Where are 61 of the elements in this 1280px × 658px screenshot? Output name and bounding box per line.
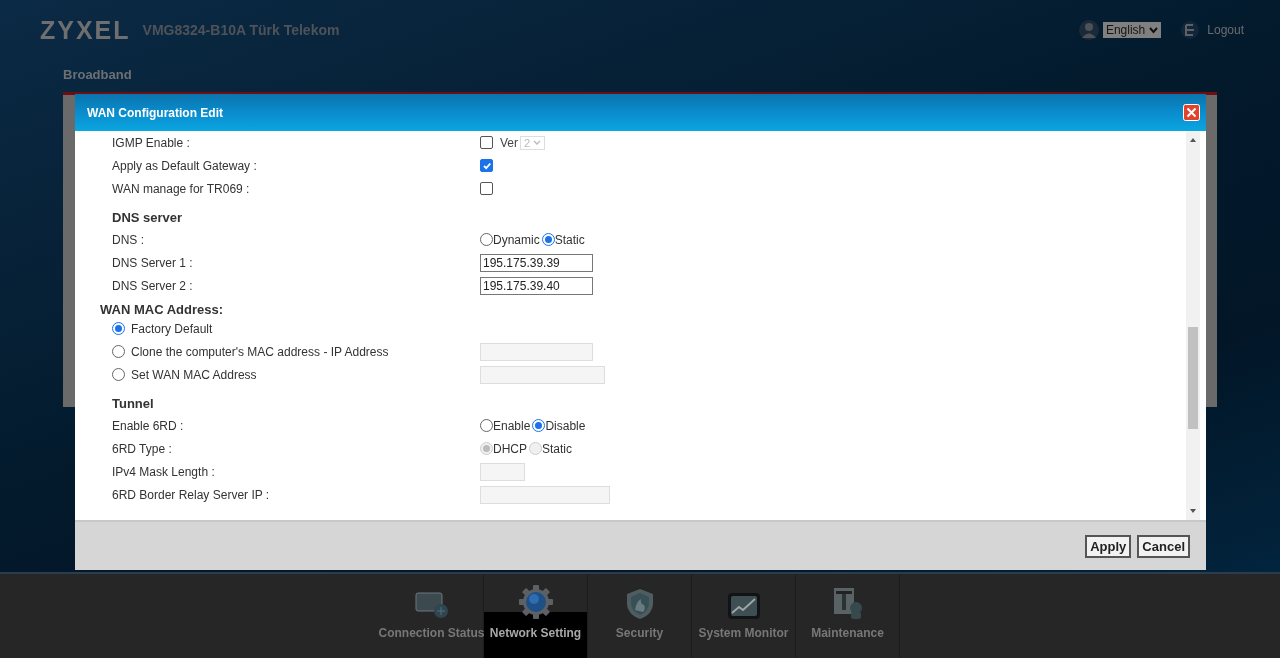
dialog-title: WAN Configuration Edit xyxy=(87,105,223,120)
nav-tab[interactable]: Security xyxy=(588,574,692,658)
field-label: 6RD Type : xyxy=(111,441,173,456)
checkbox[interactable] xyxy=(480,182,493,195)
dialog-button[interactable]: Cancel xyxy=(1137,534,1190,558)
close-icon[interactable] xyxy=(1183,104,1200,121)
option-label: Static xyxy=(542,441,573,456)
radio-button[interactable] xyxy=(541,233,555,246)
field-label: 6RD Border Relay Server IP : xyxy=(111,487,271,502)
field-label: DNS : xyxy=(111,232,145,247)
option-label: Set WAN MAC Address xyxy=(131,367,257,382)
field-label: WAN manage for TR069 : xyxy=(111,181,251,196)
option-label: DHCP xyxy=(493,441,527,456)
option-label: Enable xyxy=(493,418,531,433)
field-label: DNS Server 2 : xyxy=(111,278,194,293)
scroll-down-icon[interactable] xyxy=(1189,508,1197,514)
version-label: Ver xyxy=(500,135,518,150)
radio-button[interactable] xyxy=(480,233,493,246)
nav-tab[interactable]: Network Setting xyxy=(484,574,588,658)
caret-icon xyxy=(533,139,542,146)
gear-icon xyxy=(517,584,554,620)
option-label: Factory Default xyxy=(131,321,213,336)
monitor-icon xyxy=(413,590,450,620)
field-label: IGMP Enable : xyxy=(111,135,191,150)
input-field[interactable]: 195.175.39.39 xyxy=(480,253,593,272)
caret-icon xyxy=(1149,26,1159,34)
nav-tab[interactable]: System Monitor xyxy=(692,574,796,658)
input-field[interactable]: 195.175.39.40 xyxy=(480,276,593,295)
section-heading: DNS server xyxy=(111,209,184,227)
shield-icon xyxy=(625,588,654,620)
option-label: Static xyxy=(554,232,585,247)
radio-button[interactable] xyxy=(480,419,493,432)
nav-tab[interactable]: Connection Status xyxy=(380,574,484,658)
field-label: DNS Server 1 : xyxy=(111,255,194,270)
logout-icon xyxy=(1181,21,1200,39)
option-label: Clone the computer's MAC address - IP Address xyxy=(131,344,389,359)
dialog-button[interactable]: Apply xyxy=(1085,534,1132,558)
radio-button[interactable] xyxy=(112,345,125,358)
logout-link[interactable]: Logout xyxy=(1207,23,1244,37)
language-select[interactable]: English xyxy=(1102,22,1162,38)
page-title: Broadband xyxy=(63,66,132,82)
scrollbar[interactable] xyxy=(1186,131,1200,520)
field-label: IPv4 Mask Length : xyxy=(111,464,216,479)
field-label: Apply as Default Gateway : xyxy=(111,158,258,173)
section-heading: Tunnel xyxy=(111,395,155,413)
option-label: Disable xyxy=(545,418,586,433)
radio-button[interactable] xyxy=(112,322,125,335)
logo: ZYXEL xyxy=(40,15,131,45)
section-heading: WAN MAC Address: xyxy=(100,301,225,317)
model-name: VMG8324-B10A Türk Telekom xyxy=(142,22,340,38)
nav-tab[interactable]: Maintenance xyxy=(796,574,900,658)
scroll-up-icon[interactable] xyxy=(1189,137,1197,143)
toolbox-icon xyxy=(831,586,864,620)
user-icon xyxy=(1078,20,1099,40)
chart-icon xyxy=(726,592,761,620)
scrollbar-thumb[interactable] xyxy=(1188,327,1198,429)
radio-button[interactable] xyxy=(532,419,546,432)
radio-button[interactable] xyxy=(112,368,125,381)
option-label: Dynamic xyxy=(493,232,540,247)
checkbox[interactable] xyxy=(480,159,493,172)
field-label: Enable 6RD : xyxy=(111,418,185,433)
